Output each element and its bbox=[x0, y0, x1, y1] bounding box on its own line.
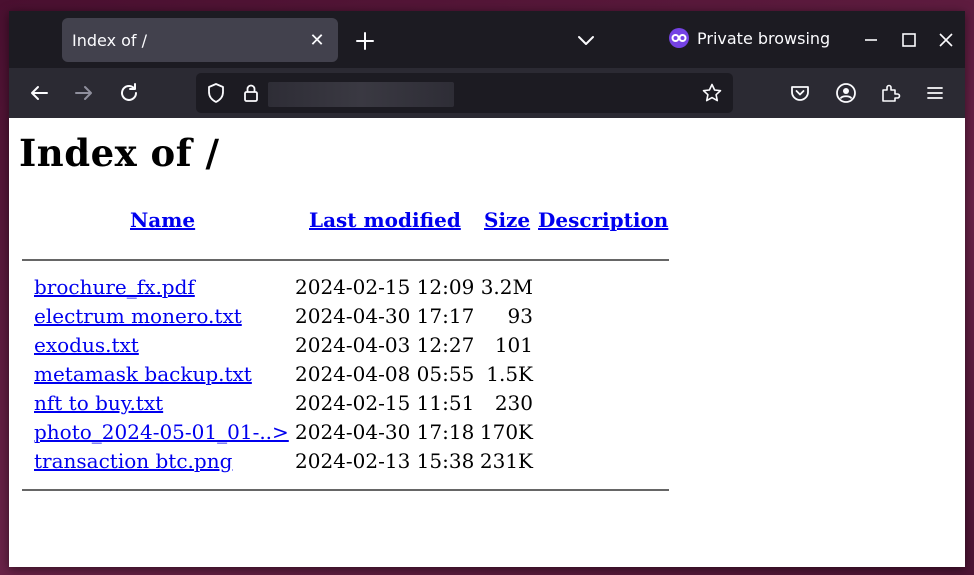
forward-button[interactable] bbox=[72, 81, 96, 105]
column-header-size[interactable]: Size bbox=[484, 208, 530, 232]
file-size: 93 bbox=[475, 304, 533, 328]
column-header-last-modified[interactable]: Last modified bbox=[309, 208, 461, 232]
reload-icon bbox=[117, 81, 141, 105]
tab-index[interactable]: Index of / ✕ bbox=[62, 18, 338, 62]
pocket-icon bbox=[788, 81, 812, 105]
file-modified: 2024-02-15 11:51 bbox=[295, 391, 474, 415]
url-bar[interactable] bbox=[196, 73, 733, 113]
account-button[interactable] bbox=[834, 81, 858, 105]
account-icon bbox=[834, 81, 858, 105]
menu-button[interactable] bbox=[923, 81, 947, 105]
file-modified: 2024-04-30 17:17 bbox=[295, 304, 474, 328]
new-tab-button[interactable] bbox=[352, 28, 378, 54]
footer-divider bbox=[22, 489, 669, 491]
file-size: 1.5K bbox=[475, 362, 533, 386]
plus-icon bbox=[352, 28, 378, 54]
navigation-toolbar bbox=[9, 68, 965, 118]
table-row: exodus.txt 2024-04-03 12:27 101 bbox=[9, 333, 709, 362]
list-all-tabs-button[interactable] bbox=[575, 29, 597, 51]
column-header-name[interactable]: Name bbox=[130, 208, 195, 232]
file-modified: 2024-04-30 17:18 bbox=[295, 420, 474, 444]
file-size: 101 bbox=[475, 333, 533, 357]
file-modified: 2024-02-15 12:09 bbox=[295, 275, 474, 299]
page-title: Index of / bbox=[19, 131, 220, 175]
bookmark-star-icon[interactable] bbox=[701, 82, 723, 104]
close-icon[interactable]: ✕ bbox=[306, 30, 328, 51]
hamburger-menu-icon bbox=[923, 81, 947, 105]
file-modified: 2024-02-13 15:38 bbox=[295, 449, 474, 473]
back-button[interactable] bbox=[27, 81, 51, 105]
page-content: Index of / Name Last modified Size Descr… bbox=[9, 118, 965, 567]
file-link[interactable]: transaction btc.png bbox=[34, 449, 232, 473]
private-browsing-indicator: Private browsing bbox=[669, 28, 830, 48]
maximize-button[interactable] bbox=[898, 29, 920, 51]
table-row: brochure_fx.pdf 2024-02-15 12:09 3.2M bbox=[9, 275, 709, 304]
minimize-button[interactable] bbox=[860, 29, 882, 51]
file-size: 170K bbox=[475, 420, 533, 444]
arrow-right-icon bbox=[72, 81, 96, 105]
table-row: nft to buy.txt 2024-02-15 11:51 230 bbox=[9, 391, 709, 420]
browser-window: Index of / ✕ Private browsing bbox=[9, 11, 965, 567]
table-row: electrum monero.txt 2024-04-30 17:17 93 bbox=[9, 304, 709, 333]
chevron-down-icon bbox=[575, 29, 597, 51]
file-size: 231K bbox=[475, 449, 533, 473]
reload-button[interactable] bbox=[117, 81, 141, 105]
file-link[interactable]: nft to buy.txt bbox=[34, 391, 163, 415]
tab-strip: Index of / ✕ Private browsing bbox=[9, 11, 965, 68]
close-window-icon bbox=[935, 29, 957, 51]
file-link[interactable]: metamask backup.txt bbox=[34, 362, 252, 386]
header-divider bbox=[22, 259, 669, 261]
pocket-button[interactable] bbox=[788, 81, 812, 105]
file-size: 230 bbox=[475, 391, 533, 415]
lock-icon[interactable] bbox=[240, 82, 262, 104]
file-link[interactable]: photo_2024-05-01_01-..> bbox=[34, 420, 289, 444]
file-link[interactable]: exodus.txt bbox=[34, 333, 139, 357]
tab-title: Index of / bbox=[72, 31, 306, 50]
file-link[interactable]: brochure_fx.pdf bbox=[34, 275, 195, 299]
file-modified: 2024-04-03 12:27 bbox=[295, 333, 474, 357]
file-modified: 2024-04-08 05:55 bbox=[295, 362, 474, 386]
private-mask-icon bbox=[669, 28, 689, 48]
table-row: transaction btc.png 2024-02-13 15:38 231… bbox=[9, 449, 709, 478]
extensions-button[interactable] bbox=[878, 81, 902, 105]
file-size: 3.2M bbox=[475, 275, 533, 299]
shield-icon[interactable] bbox=[205, 82, 227, 104]
table-row: metamask backup.txt 2024-04-08 05:55 1.5… bbox=[9, 362, 709, 391]
private-browsing-label: Private browsing bbox=[697, 29, 830, 48]
minimize-icon bbox=[860, 29, 882, 51]
arrow-left-icon bbox=[27, 81, 51, 105]
url-text-redacted[interactable] bbox=[268, 82, 454, 107]
column-header-description[interactable]: Description bbox=[538, 208, 668, 232]
file-link[interactable]: electrum monero.txt bbox=[34, 304, 242, 328]
close-window-button[interactable] bbox=[935, 29, 957, 51]
table-row: photo_2024-05-01_01-..> 2024-04-30 17:18… bbox=[9, 420, 709, 449]
puzzle-icon bbox=[878, 81, 902, 105]
maximize-icon bbox=[898, 29, 920, 51]
